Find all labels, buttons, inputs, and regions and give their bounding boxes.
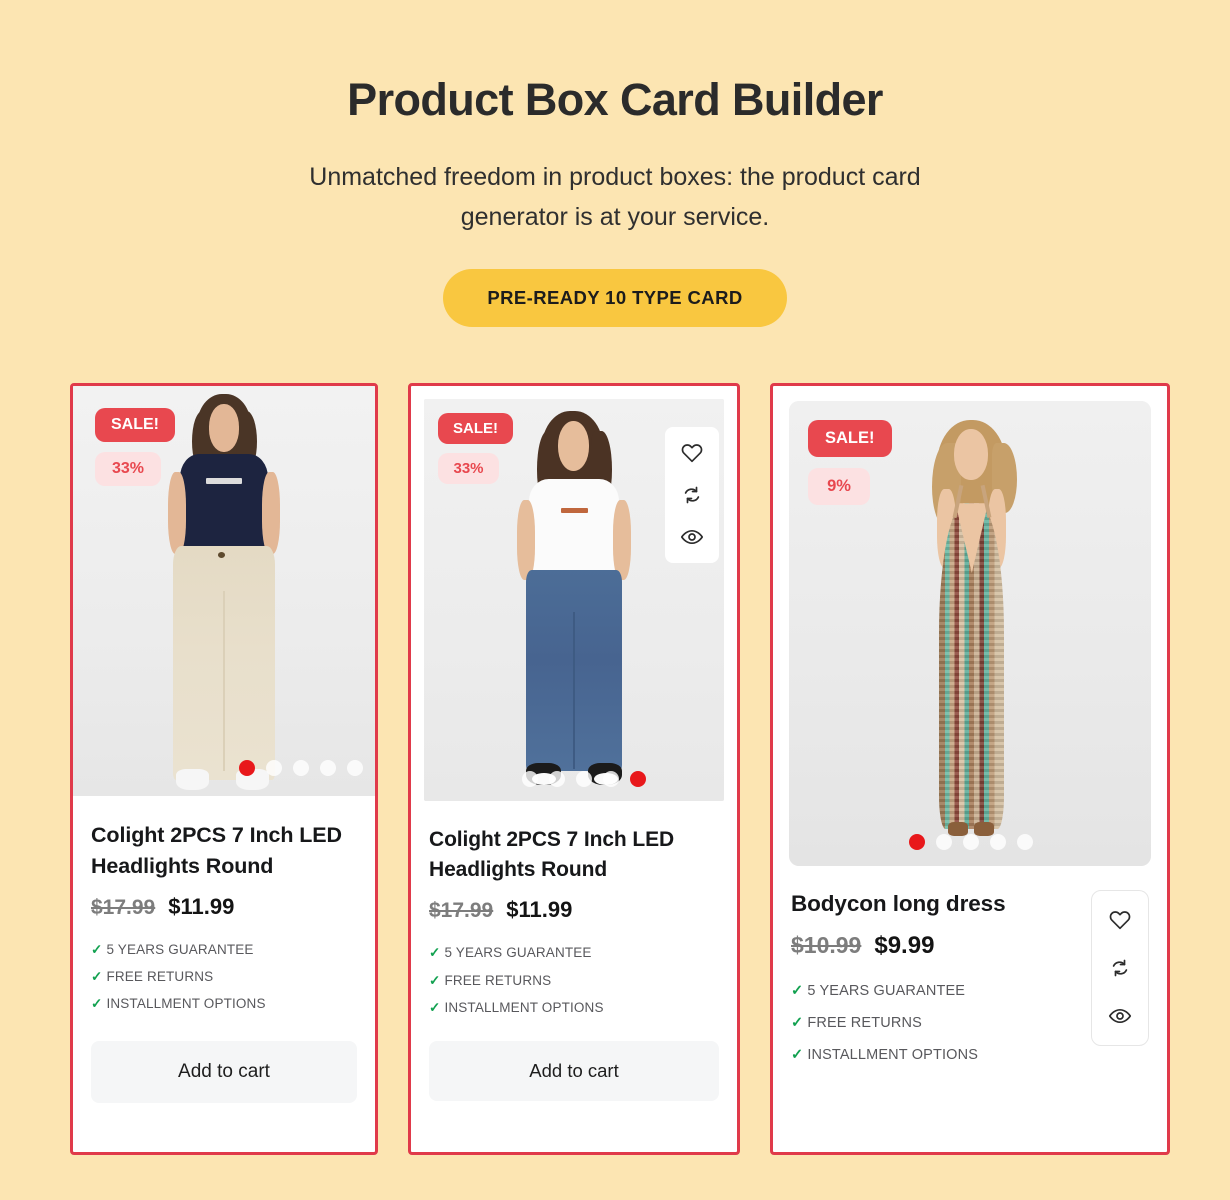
list-item: ✓ 5 YEARS GUARANTEE [429,939,719,966]
check-icon: ✓ [91,941,103,957]
list-item: ✓ INSTALLMENT OPTIONS [791,1040,1081,1072]
page-title: Product Box Card Builder [347,74,883,125]
cta-wrapper: PRE-READY 10 TYPE CARD [0,268,1230,327]
price-original: $10.99 [791,932,862,959]
heart-icon[interactable] [1108,908,1132,932]
product-title[interactable]: Colight 2PCS 7 Inch LED Headlights Round [429,825,719,885]
pagination-dot[interactable] [266,760,282,776]
image-pagination-dots[interactable] [522,771,646,787]
badge-group: SALE! 9% [808,420,892,505]
price-current: $11.99 [168,893,235,919]
feature-list: ✓ 5 YEARS GUARANTEE ✓ FREE RETURNS ✓ INSTAL… [91,936,357,1018]
pagination-dot[interactable] [909,834,925,850]
page-subtitle: Unmatched freedom in product boxes: the … [309,162,921,231]
price-current: $9.99 [874,932,935,960]
pagination-dot[interactable] [347,760,363,776]
discount-badge: 33% [438,453,499,484]
product-card[interactable]: SALE! 33% Colight 2PCS 7 Inch LED Headli… [408,383,740,1155]
price-group: $17.99 $11.99 [91,894,357,920]
hero-section: Product Box Card Builder Unmatched freed… [0,0,1230,327]
feature-label: 5 YEARS GUARANTEE [807,983,966,1000]
pre-ready-cards-button[interactable]: PRE-READY 10 TYPE CARD [443,268,787,327]
feature-label: FREE RETURNS [444,972,552,988]
compare-refresh-icon[interactable] [1108,956,1132,980]
discount-badge: 9% [808,468,870,505]
pagination-dot[interactable] [293,760,309,776]
list-item: ✓ INSTALLMENT OPTIONS [91,990,357,1017]
feature-label: FREE RETURNS [807,1015,922,1031]
page-root: Product Box Card Builder Unmatched freed… [0,0,1230,1200]
list-item: ✓ 5 YEARS GUARANTEE [791,976,1081,1008]
product-card[interactable]: SALE! 33% Colight 2PCS 7 Inch LED Headli… [70,383,378,1155]
check-icon: ✓ [91,996,103,1012]
eye-icon[interactable] [1108,1004,1132,1028]
sale-badge: SALE! [808,420,892,457]
list-item: ✓ INSTALLMENT OPTIONS [429,994,719,1021]
list-item: ✓ FREE RETURNS [91,963,357,990]
list-item: ✓ 5 YEARS GUARANTEE [91,936,357,963]
feature-label: INSTALLMENT OPTIONS [444,1000,604,1015]
product-info: Colight 2PCS 7 Inch LED Headlights Round… [411,801,737,1102]
badge-group: SALE! 33% [438,413,513,484]
add-to-cart-button[interactable]: Add to cart [429,1041,719,1102]
feature-label: 5 YEARS GUARANTEE [106,941,254,957]
check-icon: ✓ [429,1000,441,1015]
list-item: ✓ FREE RETURNS [791,1008,1081,1040]
list-item: ✓ FREE RETURNS [429,967,719,994]
pagination-dot[interactable] [1017,834,1033,850]
check-icon: ✓ [791,1015,804,1031]
check-icon: ✓ [791,983,804,1000]
pagination-dot[interactable] [549,771,565,787]
product-image-area[interactable]: SALE! 33% [73,386,375,796]
pagination-dot[interactable] [630,771,646,787]
sale-badge: SALE! [95,408,175,442]
check-icon: ✓ [91,969,103,985]
pagination-dot[interactable] [963,834,979,850]
product-info-column: Bodycon long dress $10.99 $9.99 ✓ 5 YEARS… [791,888,1081,1071]
sale-badge: SALE! [438,413,513,444]
pagination-dot[interactable] [936,834,952,850]
product-title[interactable]: Colight 2PCS 7 Inch LED Headlights Round [91,820,357,882]
eye-icon[interactable] [680,525,704,549]
pagination-dot[interactable] [990,834,1006,850]
badge-group: SALE! 33% [95,408,175,486]
check-icon: ✓ [429,945,441,961]
add-to-cart-button[interactable]: Add to cart [91,1040,357,1103]
price-group: $17.99 $11.99 [429,897,719,923]
pagination-dot[interactable] [603,771,619,787]
product-info: Colight 2PCS 7 Inch LED Headlights Round… [73,796,375,1103]
compare-refresh-icon[interactable] [680,483,704,507]
image-pagination-dots[interactable] [239,760,363,776]
heart-icon[interactable] [680,441,704,465]
price-group: $10.99 $9.99 [791,932,1081,960]
pagination-dot[interactable] [320,760,336,776]
product-info: Bodycon long dress $10.99 $9.99 ✓ 5 YEARS… [773,866,1167,1071]
check-icon: ✓ [791,1046,804,1063]
product-card-grid: SALE! 33% Colight 2PCS 7 Inch LED Headli… [70,383,1170,1155]
feature-list: ✓ 5 YEARS GUARANTEE ✓ FREE RETURNS ✓ INSTAL… [791,976,1081,1071]
feature-label: INSTALLMENT OPTIONS [807,1046,979,1063]
pagination-dot[interactable] [522,771,538,787]
image-pagination-dots[interactable] [909,834,1033,850]
feature-label: 5 YEARS GUARANTEE [444,945,592,961]
price-original: $17.99 [429,899,494,923]
pagination-dot[interactable] [239,760,255,776]
feature-list: ✓ 5 YEARS GUARANTEE ✓ FREE RETURNS ✓ INSTAL… [429,939,719,1021]
feature-label: INSTALLMENT OPTIONS [106,996,266,1012]
product-title[interactable]: Bodycon long dress [791,888,1081,920]
discount-badge: 33% [95,452,161,486]
price-current: $11.99 [506,897,573,923]
pagination-dot[interactable] [576,771,592,787]
feature-label: FREE RETURNS [106,969,214,985]
product-card[interactable]: SALE! 9% Bodycon long dress $10.99 $9.99… [770,383,1170,1155]
product-action-rail [665,427,719,563]
price-original: $17.99 [91,895,156,919]
product-action-rail [1091,890,1149,1046]
check-icon: ✓ [429,972,441,988]
